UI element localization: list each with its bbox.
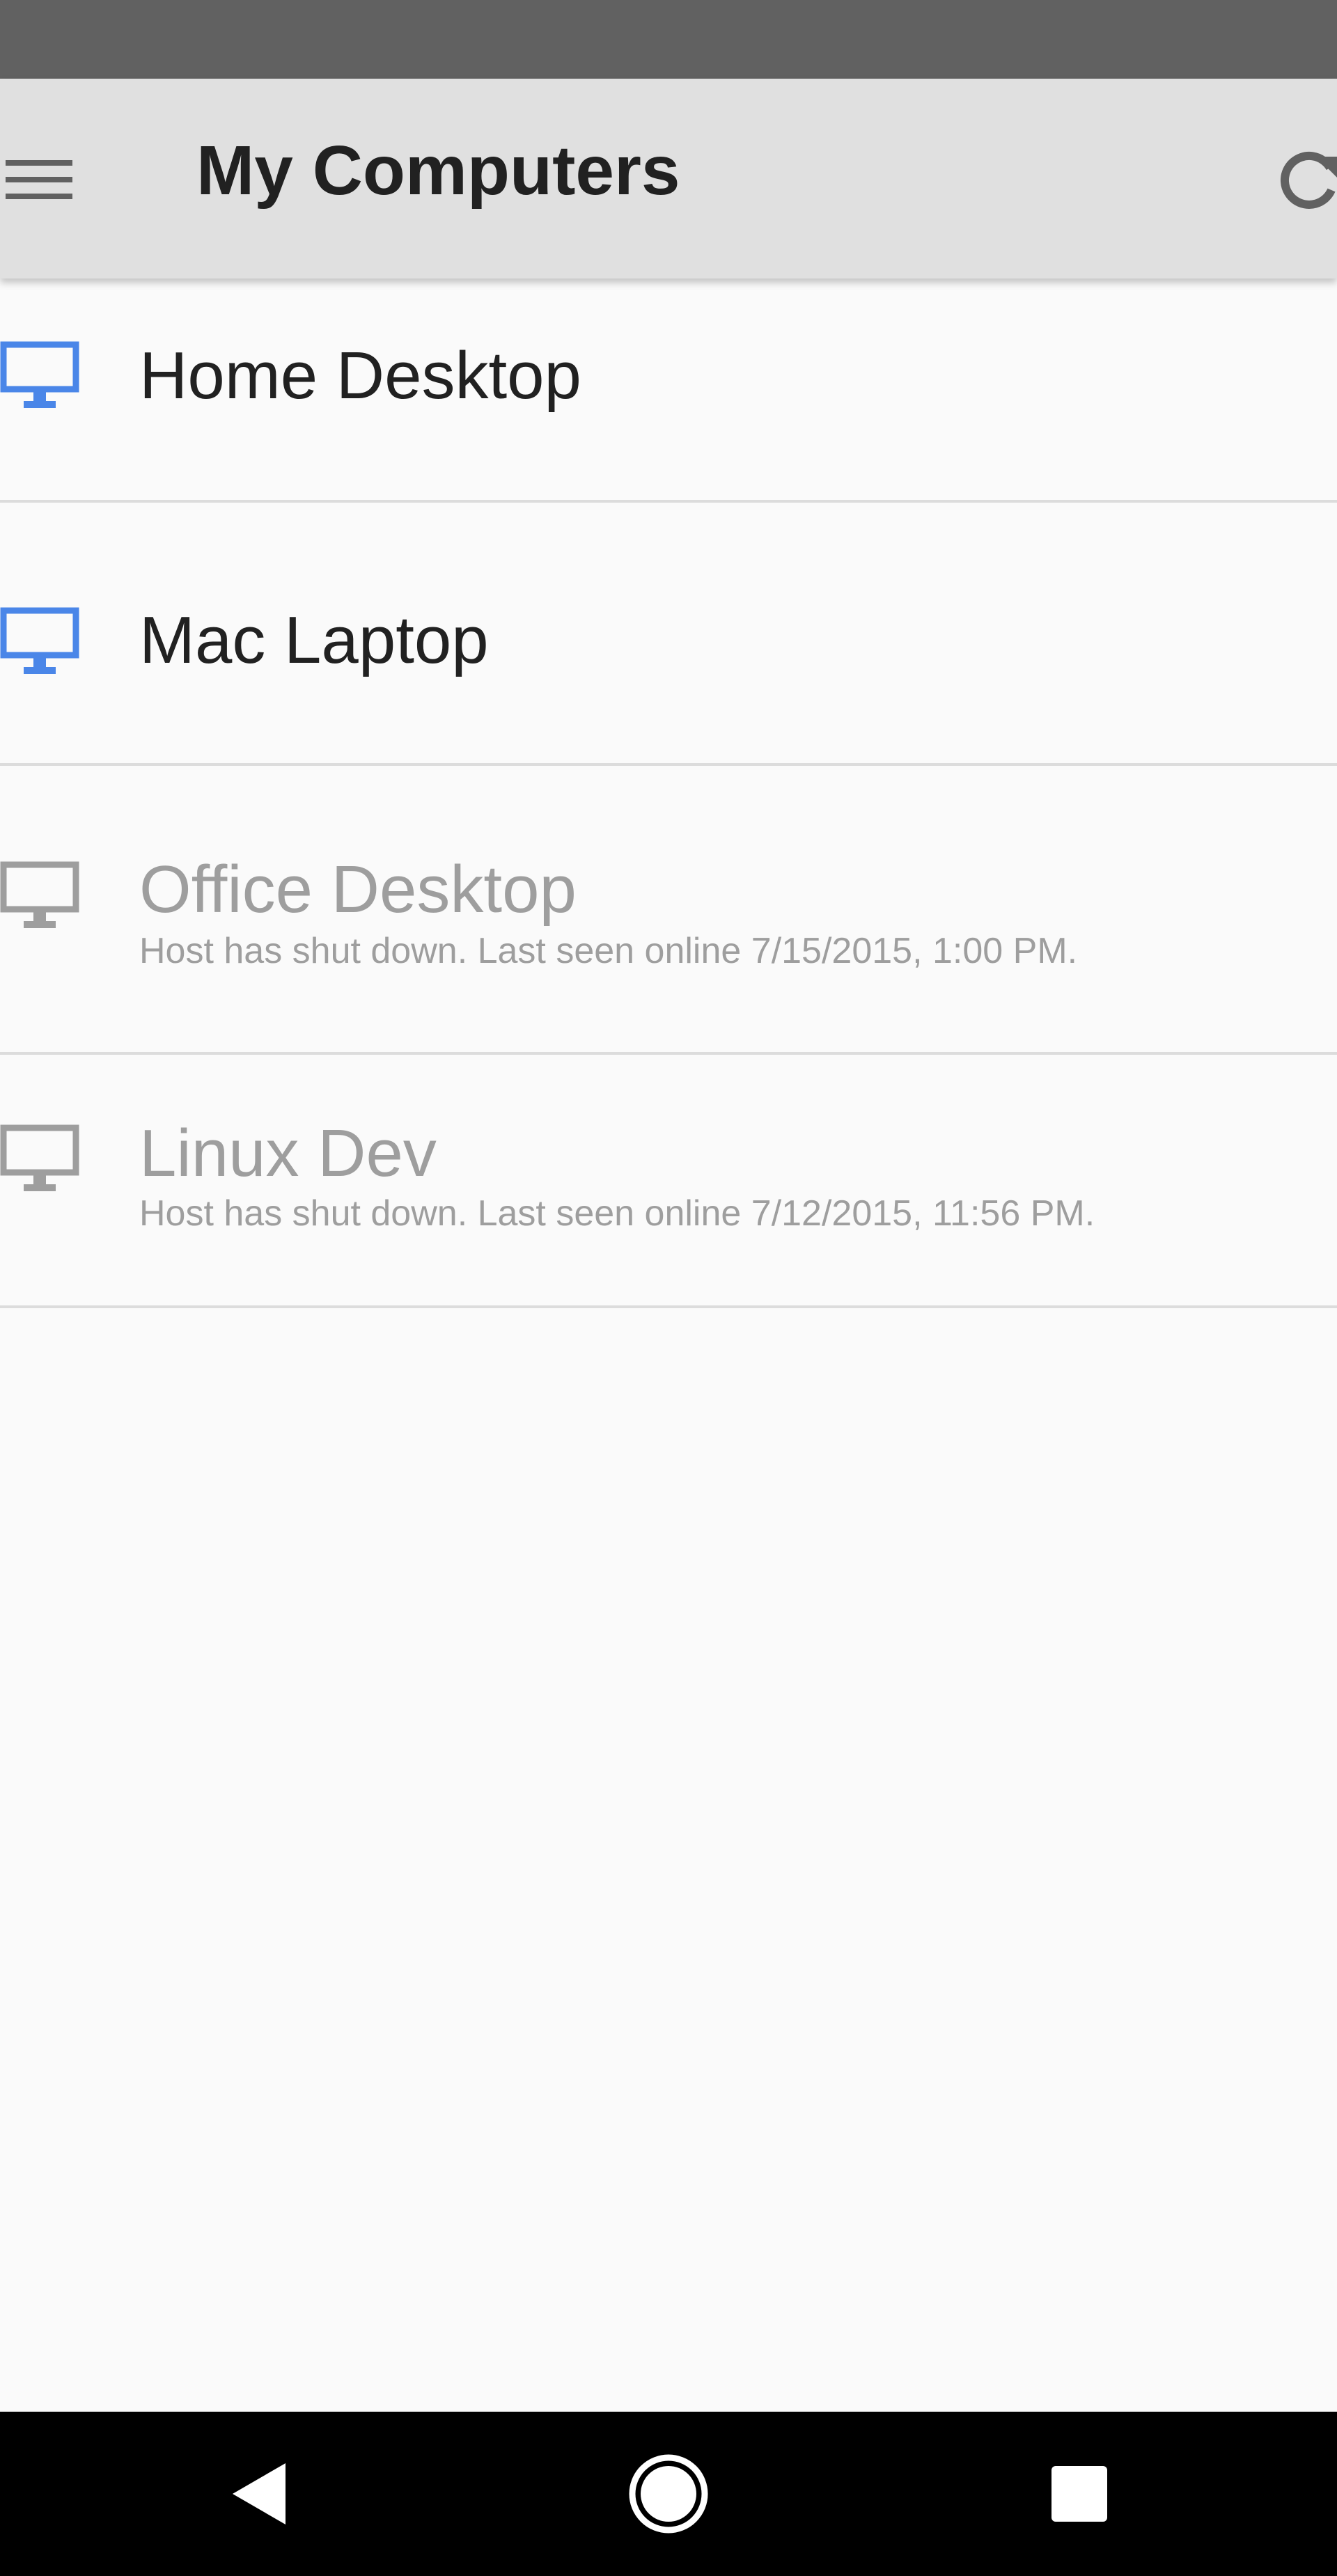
- computer-status: Host has shut down. Last seen online 7/1…: [139, 1193, 1095, 1234]
- computer-list: Home Desktop Mac Laptop Office Desktop H…: [0, 278, 1337, 1308]
- refresh-icon: [1281, 151, 1337, 209]
- list-item[interactable]: Linux Dev Host has shut down. Last seen …: [0, 1055, 1337, 1308]
- computer-name: Home Desktop: [139, 338, 581, 413]
- home-circle-icon: [629, 2454, 708, 2534]
- status-bar: [0, 0, 1337, 79]
- recents-square-icon: [1051, 2466, 1107, 2522]
- list-item[interactable]: Mac Laptop: [0, 503, 1337, 766]
- computer-name: Linux Dev: [139, 1116, 437, 1191]
- home-button[interactable]: [627, 2452, 710, 2536]
- back-triangle-icon: [233, 2463, 286, 2524]
- computer-monitor-icon: [0, 1124, 80, 1194]
- recents-button[interactable]: [1038, 2452, 1121, 2536]
- screen: My Computers Home Desktop Mac Laptop Off…: [0, 0, 1337, 2576]
- navigation-bar: [0, 2412, 1337, 2576]
- computer-name: Mac Laptop: [139, 603, 489, 677]
- computer-monitor-icon: [0, 607, 80, 677]
- page-title: My Computers: [196, 132, 680, 210]
- list-item[interactable]: Home Desktop: [0, 278, 1337, 503]
- list-item[interactable]: Office Desktop Host has shut down. Last …: [0, 766, 1337, 1055]
- computer-monitor-icon: [0, 861, 80, 931]
- hamburger-menu-icon: [6, 160, 72, 199]
- computer-status: Host has shut down. Last seen online 7/1…: [139, 931, 1078, 971]
- computer-monitor-icon: [0, 341, 80, 411]
- menu-button[interactable]: [0, 141, 77, 218]
- computer-name: Office Desktop: [139, 852, 577, 927]
- back-button[interactable]: [216, 2452, 299, 2536]
- refresh-button[interactable]: [1274, 141, 1337, 218]
- app-bar: My Computers: [0, 79, 1337, 278]
